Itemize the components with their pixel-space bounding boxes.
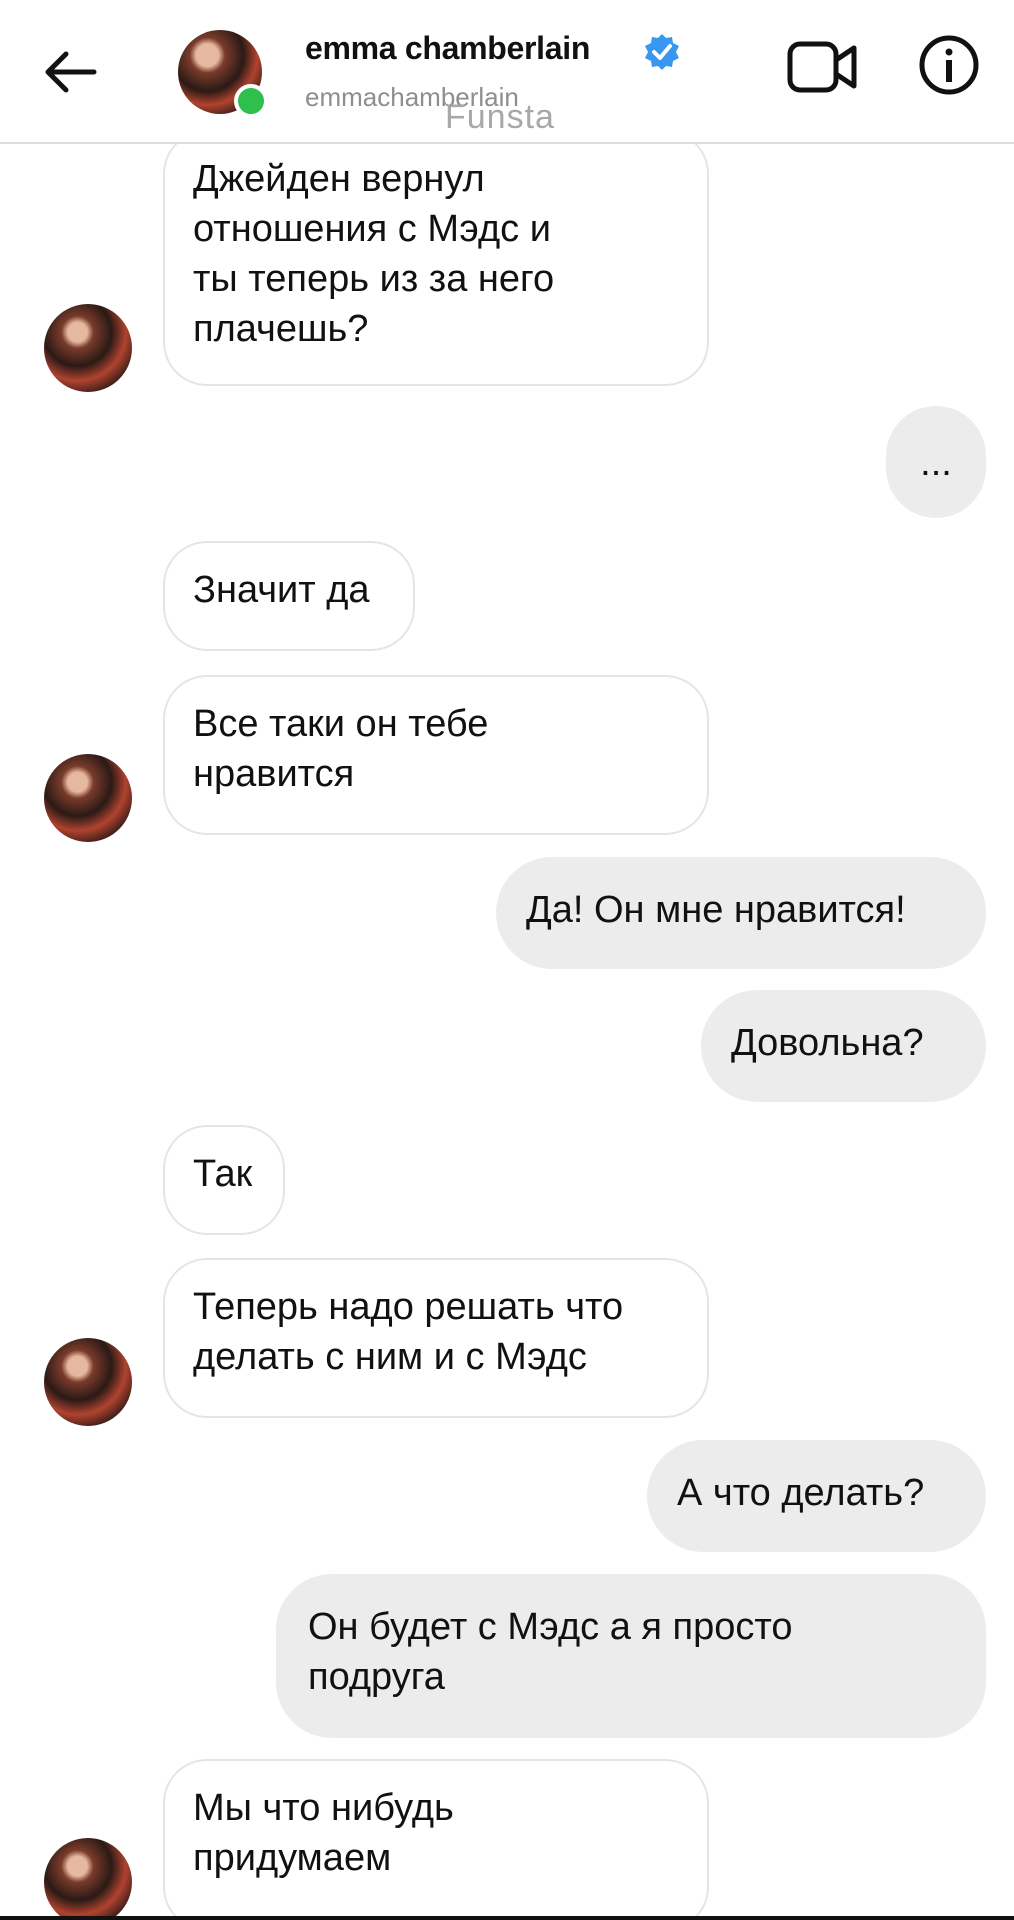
video-call-icon[interactable] — [786, 38, 858, 96]
verified-badge-icon — [645, 34, 679, 70]
chat-header: emma chamberlain emmachamberlain Funsta — [0, 0, 1014, 144]
info-icon[interactable] — [918, 34, 980, 96]
online-status-dot — [234, 84, 268, 118]
message-bubble-incoming: Так — [163, 1125, 285, 1235]
message-bubble-incoming: Джейден вернул отношения с Мэдс и ты теп… — [163, 142, 709, 386]
watermark: Funsta — [445, 98, 555, 136]
sender-avatar — [44, 754, 132, 842]
message-bubble-outgoing: Да! Он мне нравится! — [496, 857, 986, 969]
screen-bottom-edge — [0, 1916, 1014, 1920]
message-bubble-incoming: Все таки он тебе нравится — [163, 675, 709, 835]
message-bubble-incoming: Мы что нибудь придумаем — [163, 1759, 709, 1920]
message-bubble-outgoing: Довольна? — [701, 990, 986, 1102]
message-bubble-incoming: Значит да — [163, 541, 415, 651]
message-bubble-incoming: Теперь надо решать что делать с ним и с … — [163, 1258, 709, 1418]
message-bubble-outgoing: А что делать? — [647, 1440, 986, 1552]
contact-name[interactable]: emma chamberlain — [305, 30, 590, 67]
message-bubble-outgoing: ... — [886, 406, 986, 518]
sender-avatar — [44, 304, 132, 392]
sender-avatar — [44, 1838, 132, 1920]
message-bubble-outgoing: Он будет с Мэдс а я просто подруга — [276, 1574, 986, 1738]
sender-avatar — [44, 1338, 132, 1426]
back-arrow-icon[interactable] — [40, 46, 100, 98]
message-thread[interactable]: Джейден вернул отношения с Мэдс и ты теп… — [0, 142, 1014, 1920]
